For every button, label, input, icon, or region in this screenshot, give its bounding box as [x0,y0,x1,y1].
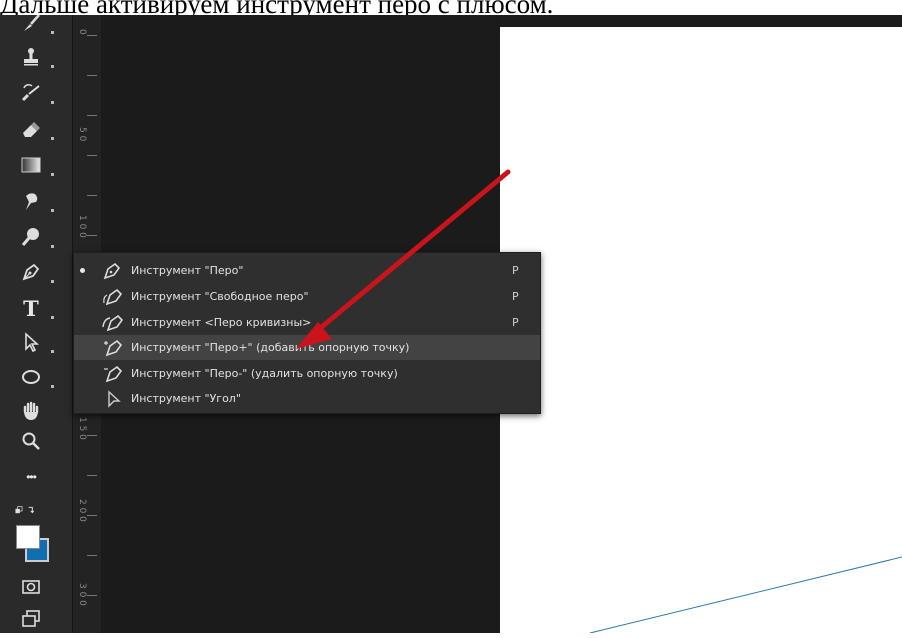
swap-colors-icon [15,506,35,514]
active-bullet [80,268,85,273]
ruler-label: 1 5 0 [77,417,87,440]
dodge-icon [21,228,39,246]
history-brush-icon [21,84,40,102]
screen-mode[interactable] [14,605,48,633]
more-tools[interactable]: ••• [14,463,48,491]
clone-stamp-tool[interactable] [14,43,54,71]
smudge-tool[interactable] [14,187,54,215]
menu-item-label: Инструмент "Перо+" (добавить опорную точ… [131,341,410,354]
canvas-path-line [589,556,902,634]
document-canvas[interactable] [500,27,902,634]
menu-item-label: Инструмент "Свободное перо" [131,290,309,303]
menu-item-shortcut: P [512,316,519,329]
stamp-icon [24,48,38,66]
pen-icon [22,263,40,281]
freeform-pen-icon [103,288,123,305]
menu-item-pen[interactable]: Инструмент "Перо" P [74,258,540,283]
add-anchor-point-icon [104,339,123,356]
type-tool[interactable]: T [14,294,54,322]
quick-mask-icon [22,580,40,594]
ellipse-icon [22,370,40,384]
dodge-tool[interactable] [14,223,54,251]
path-selection-tool[interactable] [14,328,54,356]
menu-item-label: Инструмент "Перо-" (удалить опорную точк… [131,367,398,380]
swap-colors[interactable] [10,497,40,525]
menu-item-shortcut: P [512,290,519,303]
menu-item-curvature-pen[interactable]: Инструмент <Перо кривизны> P [74,310,540,335]
ruler-label: 1 0 0 [77,215,87,238]
menu-item-delete-anchor-point[interactable]: Инструмент "Перо-" (удалить опорную точк… [74,361,540,386]
pen-icon [103,262,121,279]
more-icon: ••• [26,470,37,484]
eraser-tool[interactable] [14,115,54,143]
eraser-icon [23,122,40,137]
pen-tool[interactable] [14,258,54,286]
background-color-swatch[interactable] [16,525,40,549]
menu-item-freeform-pen[interactable]: Инструмент "Свободное перо" P [74,284,540,309]
menu-item-label: Инструмент "Перо" [131,264,244,277]
menu-item-label: Инструмент <Перо кривизны> [131,316,312,329]
ruler-label: 2 0 0 [77,499,87,522]
cursor-arrow-icon [25,332,40,353]
menu-item-add-anchor-point[interactable]: Инструмент "Перо+" (добавить опорную точ… [74,335,540,360]
hand-tool[interactable] [14,397,48,425]
pen-tool-flyout-menu: Инструмент "Перо" P Инструмент "Свободно… [73,252,541,414]
smudge-icon [26,193,38,210]
menu-item-label: Инструмент "Угол" [131,392,241,405]
ruler-label: 5 0 [77,127,87,142]
convert-point-icon [108,389,121,408]
curvature-pen-icon [102,314,124,331]
quick-mask[interactable] [14,573,48,601]
gradient-icon [21,157,41,173]
hand-icon [23,401,39,420]
brush-icon [24,14,40,31]
tools-panel: T ••• [0,14,72,633]
ellipse-tool[interactable] [14,363,54,391]
menu-item-shortcut: P [512,264,519,277]
brush-tool[interactable] [14,9,54,37]
gradient-tool[interactable] [14,151,54,179]
screen-mode-icon [22,610,40,627]
history-brush-tool[interactable] [14,79,54,107]
delete-anchor-point-icon [104,365,123,382]
type-icon: T [23,295,39,321]
ruler-label: 0 [77,29,87,35]
photoshop-window: T ••• 0 5 0 1 0 0 1 5 0 2 0 0 3 0 0 Инст… [0,14,902,634]
zoom-icon [22,432,40,450]
zoom-tool[interactable] [14,427,48,455]
menu-item-convert-point[interactable]: Инструмент "Угол" [74,386,540,411]
ruler-label: 3 0 0 [77,583,87,606]
caption-text: Дальше активируем инструмент перо с плюс… [0,0,554,15]
